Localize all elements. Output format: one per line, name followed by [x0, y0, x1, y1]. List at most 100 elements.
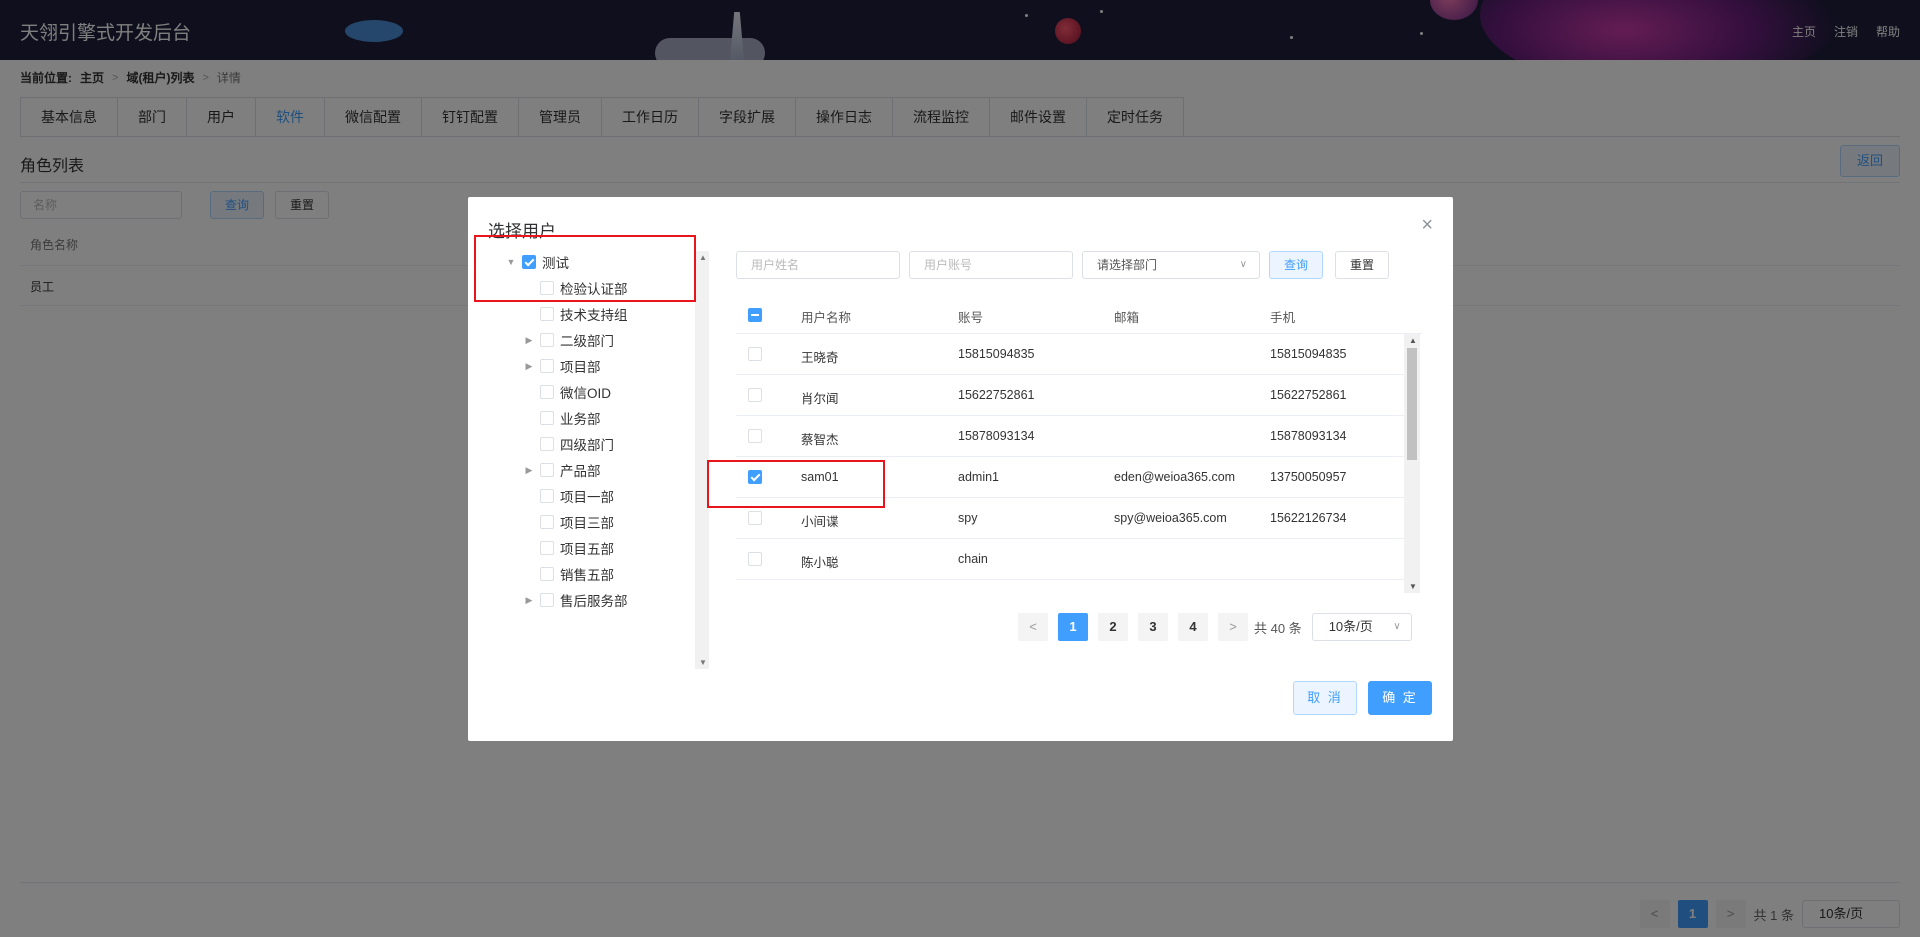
scroll-thumb[interactable] — [1407, 348, 1417, 460]
cell-phone: 15878093134 — [1270, 429, 1347, 443]
pager-total: 共 40 条 — [1254, 620, 1302, 636]
page-number[interactable]: 2 — [1098, 613, 1128, 641]
tree-node[interactable]: 项目三部 — [524, 510, 614, 534]
tree-node-label: 项目一部 — [560, 490, 614, 505]
tree-node-label: 产品部 — [560, 464, 601, 479]
user-table-header: 用户名称 账号 邮箱 手机 — [736, 294, 1422, 334]
select-all-checkbox[interactable] — [748, 308, 762, 322]
column-header-phone: 手机 — [1270, 311, 1296, 325]
user-account-input[interactable]: 用户账号 — [909, 251, 1073, 279]
caret-right-icon[interactable]: ▶ — [524, 595, 534, 606]
page-size-value: 10条/页 — [1328, 619, 1373, 634]
tree-node-label: 项目五部 — [560, 542, 614, 557]
tree-checkbox[interactable] — [540, 463, 554, 477]
caret-right-icon[interactable]: ▶ — [524, 465, 534, 476]
user-query-button[interactable]: 查询 — [1269, 251, 1324, 279]
tree-node-label: 四级部门 — [560, 438, 614, 453]
user-reset-button[interactable]: 重置 — [1335, 251, 1390, 279]
caret-down-icon[interactable]: ▼ — [506, 257, 516, 267]
tree-node[interactable]: ▶ 产品部 — [524, 458, 601, 482]
page-number[interactable]: 1 — [1058, 613, 1088, 641]
user-table-scrollbar[interactable]: ▲ ▼ — [1404, 334, 1420, 593]
tree-checkbox[interactable] — [540, 359, 554, 373]
tree-checkbox[interactable] — [522, 255, 536, 269]
department-select[interactable]: 请选择部门 ∨ — [1082, 251, 1260, 279]
row-checkbox[interactable] — [748, 552, 762, 566]
row-checkbox[interactable] — [748, 429, 762, 443]
scroll-down-icon[interactable]: ▼ — [1409, 582, 1417, 591]
next-page-icon[interactable]: > — [1218, 613, 1248, 641]
cell-name: 王晓奇 — [801, 351, 839, 365]
tree-checkbox[interactable] — [540, 567, 554, 581]
tree-checkbox[interactable] — [540, 541, 554, 555]
table-row[interactable]: 小间谍 spy spy@weioa365.com 15622126734 — [736, 498, 1404, 539]
cell-phone: 15815094835 — [1270, 347, 1347, 361]
cell-phone: 15622126734 — [1270, 511, 1347, 525]
table-row[interactable]: 陈小聪 chain — [736, 539, 1404, 580]
row-checkbox[interactable] — [748, 347, 762, 361]
tree-node[interactable]: 检验认证部 — [524, 276, 628, 300]
scroll-up-icon[interactable]: ▲ — [1409, 336, 1417, 345]
cell-name: 陈小聪 — [801, 556, 839, 570]
chevron-down-icon: ∨ — [1393, 621, 1401, 632]
caret-right-icon[interactable]: ▶ — [524, 335, 534, 346]
cell-account: spy — [958, 511, 978, 525]
cell-name: 蔡智杰 — [801, 433, 839, 447]
page-size-select[interactable]: 10条/页 ∨ — [1311, 613, 1412, 641]
tree-checkbox[interactable] — [540, 437, 554, 451]
department-select-value: 请选择部门 — [1097, 258, 1158, 272]
confirm-button[interactable]: 确 定 — [1368, 681, 1432, 715]
tree-node[interactable]: 销售五部 — [524, 562, 614, 586]
cell-name: 肖尔闻 — [801, 392, 839, 406]
cell-phone: 15622752861 — [1270, 388, 1347, 402]
tree-node-label: 项目部 — [560, 360, 601, 375]
scroll-up-icon[interactable]: ▲ — [699, 253, 707, 262]
scroll-down-icon[interactable]: ▼ — [699, 658, 707, 667]
tree-node[interactable]: 业务部 — [524, 406, 601, 430]
cancel-button[interactable]: 取 消 — [1293, 681, 1357, 715]
user-name-input[interactable]: 用户姓名 — [736, 251, 900, 279]
tree-node[interactable]: 微信OID — [524, 380, 611, 404]
cell-account: 15815094835 — [958, 347, 1035, 361]
row-checkbox[interactable] — [748, 511, 762, 525]
tree-node-test[interactable]: ▼ 测试 — [506, 250, 569, 274]
column-header-email: 邮箱 — [1114, 311, 1140, 325]
tree-node-label: 销售五部 — [560, 568, 614, 583]
tree-checkbox[interactable] — [540, 307, 554, 321]
table-row[interactable]: 肖尔闻 15622752861 15622752861 — [736, 375, 1404, 416]
tree-checkbox[interactable] — [540, 489, 554, 503]
table-row[interactable]: 王晓奇 15815094835 15815094835 — [736, 334, 1404, 375]
tree-checkbox[interactable] — [540, 515, 554, 529]
row-checkbox[interactable] — [748, 388, 762, 402]
page-number[interactable]: 3 — [1138, 613, 1168, 641]
tree-node-label: 微信OID — [560, 386, 612, 401]
tree-node[interactable]: ▶ 二级部门 — [524, 328, 614, 352]
table-row[interactable]: 蔡智杰 15878093134 15878093134 — [736, 416, 1404, 457]
tree-node[interactable]: 四级部门 — [524, 432, 614, 456]
page-number[interactable]: 4 — [1178, 613, 1208, 641]
user-pagination: < 1 2 3 4 > 共 40 条 10条/页 ∨ — [1018, 613, 1412, 641]
table-row[interactable]: sam01 admin1 eden@weioa365.com 137500509… — [736, 457, 1404, 498]
tree-node[interactable]: ▶ 售后服务部 — [524, 588, 628, 612]
prev-page-icon[interactable]: < — [1018, 613, 1048, 641]
tree-scrollbar[interactable]: ▲ ▼ — [695, 251, 709, 669]
tree-node[interactable]: 技术支持组 — [524, 302, 628, 326]
select-user-dialog: 选择用户 × ▼ 测试 检验认证部 技术支持组 ▶ 二级部门 ▶ 项目部 微信O… — [468, 197, 1453, 741]
tree-checkbox[interactable] — [540, 281, 554, 295]
row-checkbox[interactable] — [748, 470, 762, 484]
tree-node[interactable]: 项目一部 — [524, 484, 614, 508]
tree-checkbox[interactable] — [540, 593, 554, 607]
tree-node[interactable]: 项目五部 — [524, 536, 614, 560]
tree-checkbox[interactable] — [540, 333, 554, 347]
caret-right-icon[interactable]: ▶ — [524, 361, 534, 372]
cell-name: sam01 — [801, 470, 839, 484]
department-tree: ▼ 测试 检验认证部 技术支持组 ▶ 二级部门 ▶ 项目部 微信OID 业务部 … — [478, 247, 703, 671]
tree-node-label: 技术支持组 — [560, 308, 628, 323]
tree-checkbox[interactable] — [540, 411, 554, 425]
chevron-down-icon: ∨ — [1239, 259, 1247, 270]
tree-node-label: 二级部门 — [560, 334, 614, 349]
tree-checkbox[interactable] — [540, 385, 554, 399]
tree-node[interactable]: ▶ 项目部 — [524, 354, 601, 378]
column-header-account: 账号 — [958, 311, 984, 325]
close-icon[interactable]: × — [1421, 215, 1433, 235]
